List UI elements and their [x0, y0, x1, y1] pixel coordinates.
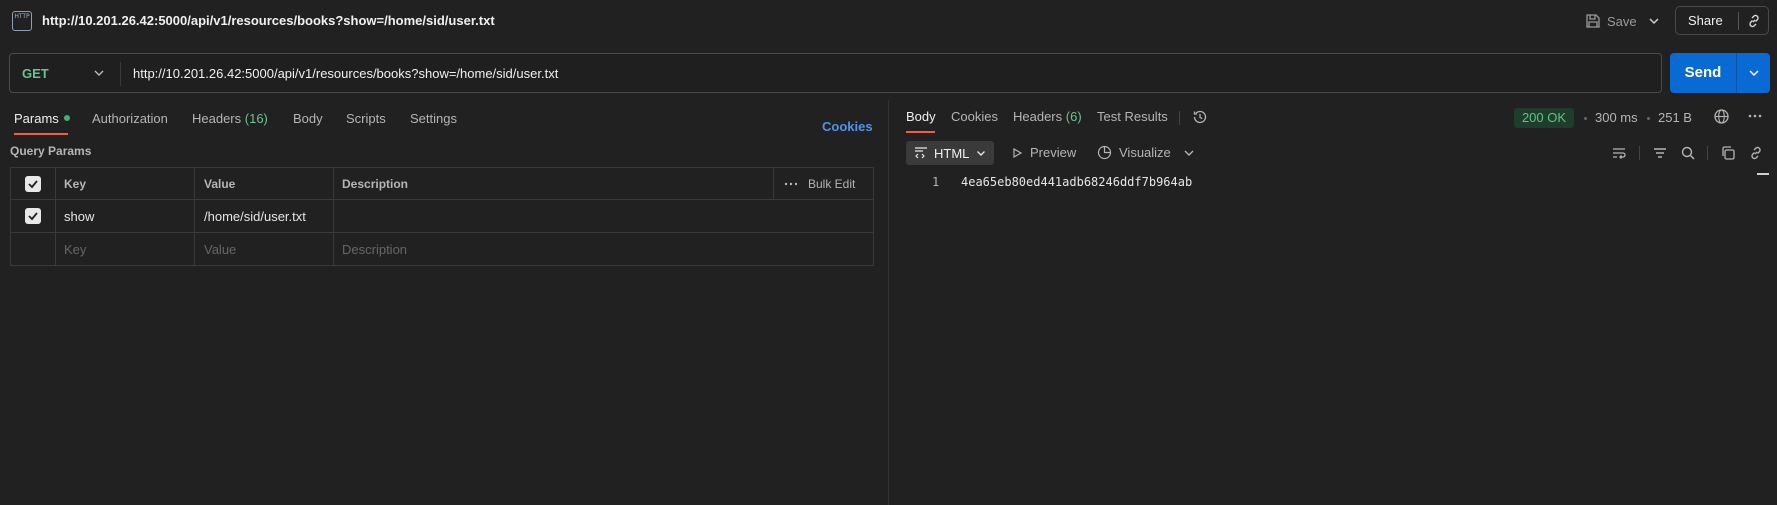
ellipsis-icon	[784, 182, 798, 185]
response-tab-headers[interactable]: Headers (6)	[1013, 109, 1082, 124]
filter-icon[interactable]	[1652, 145, 1668, 161]
panel-splitter[interactable]	[888, 100, 889, 505]
link-icon	[1748, 14, 1759, 27]
response-tab-test-results[interactable]: Test Results	[1097, 109, 1168, 124]
http-file-icon: HTTP	[12, 11, 32, 31]
chevron-down-icon[interactable]	[1645, 12, 1663, 30]
tab-body[interactable]: Body	[293, 111, 323, 126]
format-select[interactable]: HTML	[906, 141, 994, 165]
tab-params-label: Params	[14, 111, 59, 126]
method-select[interactable]: GET	[22, 66, 49, 81]
response-tab-headers-count: (6)	[1065, 109, 1082, 124]
more-icon[interactable]	[1747, 108, 1763, 124]
send-options-button[interactable]	[1737, 53, 1770, 93]
chevron-down-icon[interactable]	[1182, 146, 1196, 160]
url-divider	[120, 62, 121, 86]
save-label: Save	[1607, 13, 1637, 29]
share-label: Share	[1688, 13, 1723, 28]
table-header-row: Key Value Description Bulk Edit	[10, 167, 874, 200]
visualize-button[interactable]: Visualize	[1097, 145, 1171, 160]
preview-label: Preview	[1030, 145, 1077, 160]
globe-icon[interactable]	[1713, 108, 1730, 125]
row-checkbox-cell[interactable]	[11, 200, 56, 232]
copy-link-button[interactable]	[1739, 13, 1768, 29]
status-badge[interactable]: 200 OK	[1514, 108, 1574, 128]
preview-button[interactable]: Preview	[1011, 145, 1076, 160]
chevron-down-icon[interactable]	[92, 66, 106, 80]
share-button[interactable]: Share	[1675, 6, 1769, 35]
url-input[interactable]: http://10.201.26.42:5000/api/v1/resource…	[133, 66, 558, 81]
response-tab-headers-label: Headers	[1013, 109, 1063, 124]
response-time[interactable]: 300 ms	[1595, 110, 1638, 125]
table-row-new: Key Value Description	[10, 233, 874, 266]
tab-headers-count: (16)	[244, 111, 268, 126]
line-number: 1	[932, 175, 940, 189]
new-value-input[interactable]: Value	[195, 233, 334, 265]
response-tab-body[interactable]: Body	[906, 109, 936, 124]
format-icon	[915, 147, 927, 159]
chevron-down-icon	[1748, 70, 1759, 77]
tab-separator	[1179, 111, 1180, 125]
bulk-edit-button[interactable]: Bulk Edit	[773, 168, 873, 199]
url-bar: GET http://10.201.26.42:5000/api/v1/reso…	[9, 53, 1662, 93]
table-row: show /home/sid/user.txt	[10, 200, 874, 233]
save-icon	[1586, 14, 1600, 28]
params-active-dot	[63, 115, 70, 121]
preview-play-icon	[1013, 147, 1023, 158]
checkbox-icon[interactable]	[25, 175, 41, 192]
header-value: Value	[195, 168, 334, 199]
history-icon[interactable]	[1192, 109, 1208, 125]
cookies-link[interactable]: Cookies	[822, 119, 873, 134]
active-tab-underline	[14, 133, 68, 135]
scrollbar-thumb[interactable]	[1757, 173, 1769, 175]
save-button[interactable]: Save	[1585, 8, 1637, 34]
new-key-input[interactable]: Key	[56, 233, 195, 265]
request-title[interactable]: http://10.201.26.42:5000/api/v1/resource…	[42, 13, 495, 28]
search-icon[interactable]	[1680, 145, 1696, 161]
link-copy-icon[interactable]	[1748, 145, 1764, 161]
response-tab-cookies[interactable]: Cookies	[951, 109, 998, 124]
header-key: Key	[56, 168, 195, 199]
meta-dot	[1584, 117, 1587, 120]
param-key-input[interactable]: show	[56, 200, 195, 232]
toolbar-separator	[1707, 146, 1708, 160]
query-params-title: Query Params	[10, 144, 92, 158]
empty-checkbox-cell	[11, 233, 56, 265]
chevron-down-icon	[977, 151, 986, 156]
wrap-lines-icon[interactable]	[1611, 145, 1627, 161]
tab-settings[interactable]: Settings	[410, 111, 457, 126]
meta-dot	[1647, 117, 1650, 120]
bulk-edit-label: Bulk Edit	[808, 176, 856, 191]
visualize-icon	[1097, 145, 1112, 160]
visualize-label: Visualize	[1119, 145, 1171, 160]
toolbar-separator	[1639, 146, 1640, 160]
response-body-text[interactable]: 4ea65eb80ed441adb68246ddf7b964ab	[961, 175, 1192, 189]
select-all-cell[interactable]	[11, 168, 56, 199]
tab-headers[interactable]: Headers (16)	[192, 111, 268, 126]
tab-scripts[interactable]: Scripts	[346, 111, 386, 126]
tab-headers-label: Headers	[192, 111, 242, 126]
top-bar: HTTP http://10.201.26.42:5000/api/v1/res…	[0, 0, 1777, 42]
param-value-input[interactable]: /home/sid/user.txt	[195, 200, 334, 232]
tab-params[interactable]: Params	[14, 111, 70, 126]
tab-authorization[interactable]: Authorization	[92, 111, 168, 126]
new-description-input[interactable]: Description	[334, 233, 875, 265]
param-description-input[interactable]	[334, 200, 875, 232]
send-button[interactable]: Send	[1670, 53, 1770, 93]
response-active-underline	[906, 131, 935, 133]
format-label: HTML	[934, 145, 970, 161]
query-params-table: Key Value Description Bulk Edit show /ho…	[10, 167, 874, 266]
send-label: Send	[1684, 64, 1722, 81]
response-size[interactable]: 251 B	[1658, 110, 1692, 125]
copy-icon[interactable]	[1720, 145, 1736, 161]
checkbox-icon[interactable]	[25, 208, 41, 224]
